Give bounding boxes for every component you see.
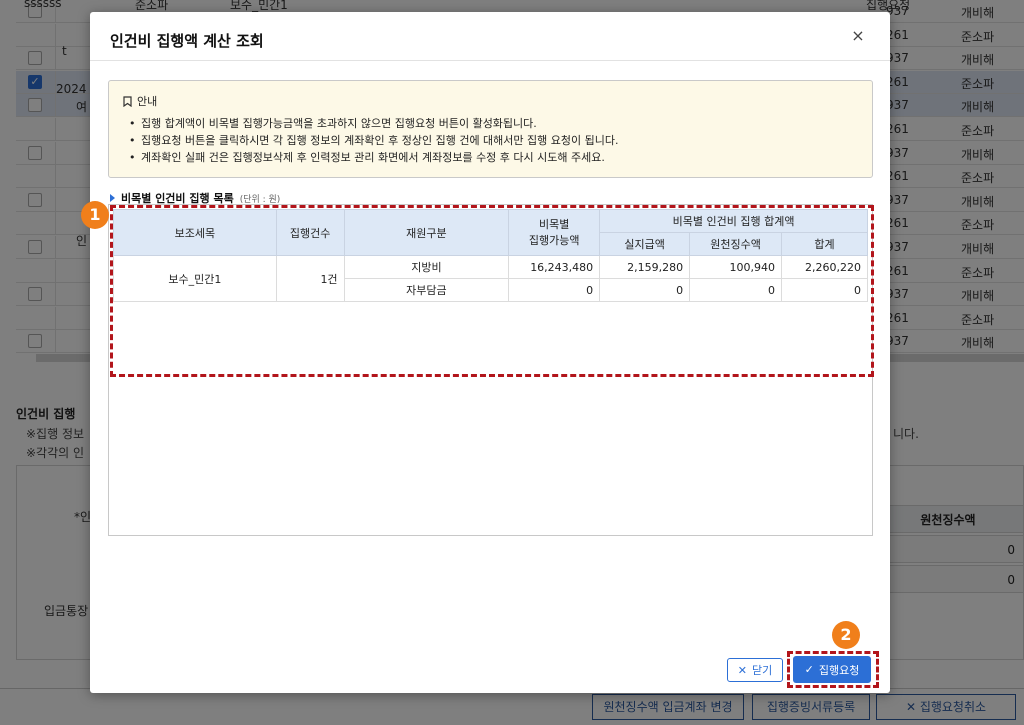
notice-list: 집행 합계액이 비목별 집행가능금액을 초과하지 않으면 집행요청 버튼이 활성… <box>123 115 858 166</box>
bookmark-icon <box>123 95 132 107</box>
triangle-bullet-icon <box>110 194 115 202</box>
close-icon[interactable]: × <box>848 26 868 46</box>
close-x-icon: ✕ <box>737 663 747 677</box>
notice-item: 집행요청 버튼을 클릭하시면 각 집행 정보의 계좌확인 후 정상인 집행 건에… <box>123 132 858 149</box>
notice-item: 집행 합계액이 비목별 집행가능금액을 초과하지 않으면 집행요청 버튼이 활성… <box>123 115 858 132</box>
close-button-label: 닫기 <box>751 664 773 677</box>
callout-badge-2: 2 <box>832 621 860 649</box>
modal-title: 인건비 집행액 계산 조회 <box>110 32 264 50</box>
notice-item: 계좌확인 실패 건은 집행정보삭제 후 인력정보 관리 화면에서 계좌정보를 수… <box>123 149 858 166</box>
title-divider <box>90 60 890 61</box>
callout-badge-1: 1 <box>81 201 109 229</box>
notice-box: 안내 집행 합계액이 비목별 집행가능금액을 초과하지 않으면 집행요청 버튼이… <box>108 80 873 178</box>
highlight-box-execute <box>787 651 879 688</box>
highlight-box-table <box>110 205 874 377</box>
notice-heading: 안내 <box>123 93 858 109</box>
notice-heading-text: 안내 <box>137 95 158 108</box>
close-button[interactable]: ✕ 닫기 <box>727 658 783 682</box>
unit-label: (단위 : 원) <box>239 194 281 205</box>
